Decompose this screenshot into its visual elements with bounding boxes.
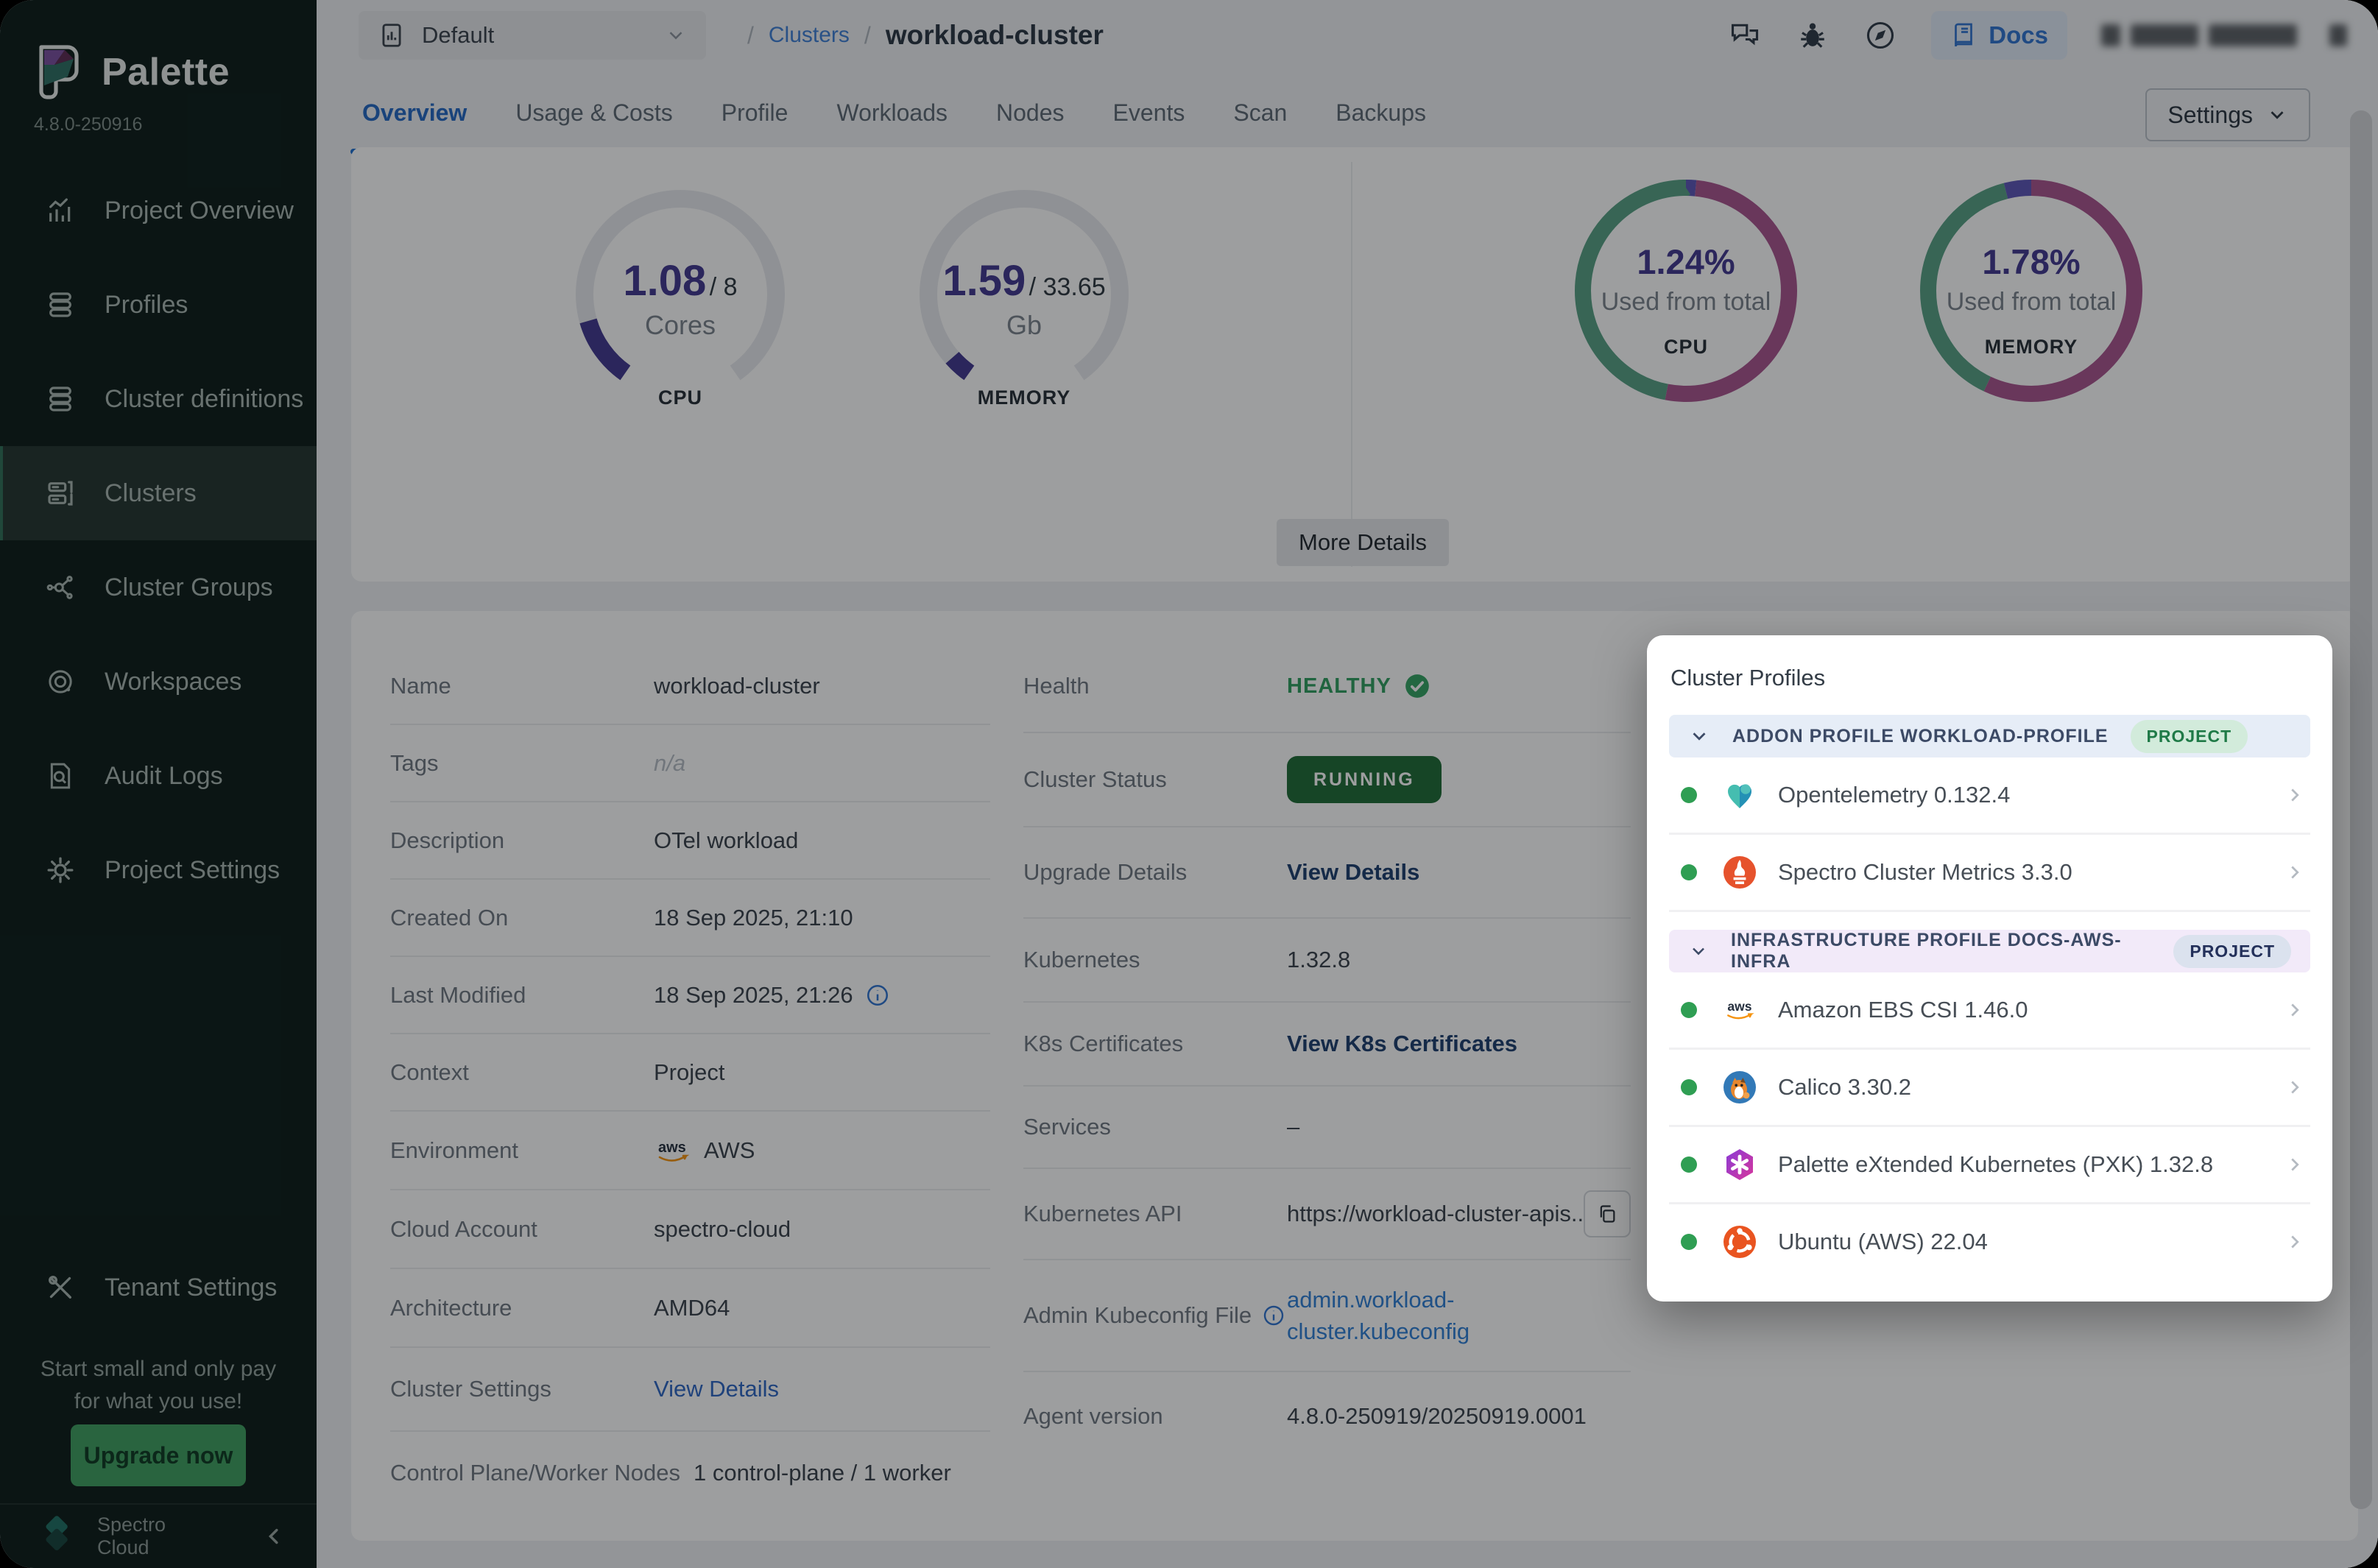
pack-name: Opentelemetry 0.132.4 [1778, 782, 2284, 808]
pack-status-dot [1681, 787, 1697, 803]
profile-pack-row-amazon-ebs-csi[interactable]: aws Amazon EBS CSI 1.46.0 [1669, 972, 2310, 1050]
svg-text:aws: aws [1727, 999, 1751, 1014]
addon-profile-name: ADDON PROFILE WORKLOAD-PROFILE [1732, 726, 2109, 747]
chevron-down-icon [1688, 940, 1709, 962]
chevron-right-icon [2284, 999, 2310, 1021]
project-badge: PROJECT [2131, 720, 2248, 753]
opentelemetry-icon [1722, 777, 1757, 813]
pack-name: Amazon EBS CSI 1.46.0 [1778, 997, 2284, 1023]
chevron-right-icon [2284, 861, 2310, 883]
chevron-right-icon [2284, 1231, 2310, 1253]
project-badge: PROJECT [2173, 935, 2291, 968]
pack-status-dot [1681, 864, 1697, 880]
chevron-right-icon [2284, 1154, 2310, 1176]
pack-name: Spectro Cluster Metrics 3.3.0 [1778, 859, 2284, 886]
chevron-right-icon [2284, 784, 2310, 806]
profile-pack-row-opentelemetry[interactable]: Opentelemetry 0.132.4 [1669, 757, 2310, 835]
pack-status-dot [1681, 1234, 1697, 1250]
pack-status-dot [1681, 1156, 1697, 1173]
palette-app-window: Default / Clusters / workload-cluster [0, 0, 2378, 1568]
aws-logo-icon: aws [1722, 992, 1757, 1028]
chevron-right-icon [2284, 1076, 2310, 1098]
pack-name: Calico 3.30.2 [1778, 1074, 2284, 1101]
pack-name: Palette eXtended Kubernetes (PXK) 1.32.8 [1778, 1151, 2284, 1178]
ubuntu-icon [1722, 1224, 1757, 1260]
pack-name: Ubuntu (AWS) 22.04 [1778, 1229, 2284, 1255]
profile-pack-row-spectro-cluster-metrics[interactable]: Spectro Cluster Metrics 3.3.0 [1669, 835, 2310, 912]
profile-pack-row-pxk[interactable]: Palette eXtended Kubernetes (PXK) 1.32.8 [1669, 1127, 2310, 1204]
infrastructure-profile-header[interactable]: INFRASTRUCTURE PROFILE DOCS-AWS-INFRA PR… [1669, 930, 2310, 972]
cluster-profiles-title: Cluster Profiles [1669, 635, 2310, 715]
profile-pack-row-calico[interactable]: Calico 3.30.2 [1669, 1050, 2310, 1127]
profile-pack-row-ubuntu[interactable]: Ubuntu (AWS) 22.04 [1669, 1204, 2310, 1279]
addon-profile-header[interactable]: ADDON PROFILE WORKLOAD-PROFILE PROJECT [1669, 715, 2310, 757]
pack-status-dot [1681, 1002, 1697, 1018]
cluster-profiles-panel: Cluster Profiles ADDON PROFILE WORKLOAD-… [1647, 635, 2332, 1302]
calico-icon [1722, 1070, 1757, 1105]
chevron-down-icon [1688, 725, 1710, 747]
infrastructure-profile-name: INFRASTRUCTURE PROFILE DOCS-AWS-INFRA [1731, 930, 2151, 972]
pack-status-dot [1681, 1079, 1697, 1095]
prometheus-icon [1722, 855, 1757, 890]
pxk-icon [1722, 1147, 1757, 1182]
